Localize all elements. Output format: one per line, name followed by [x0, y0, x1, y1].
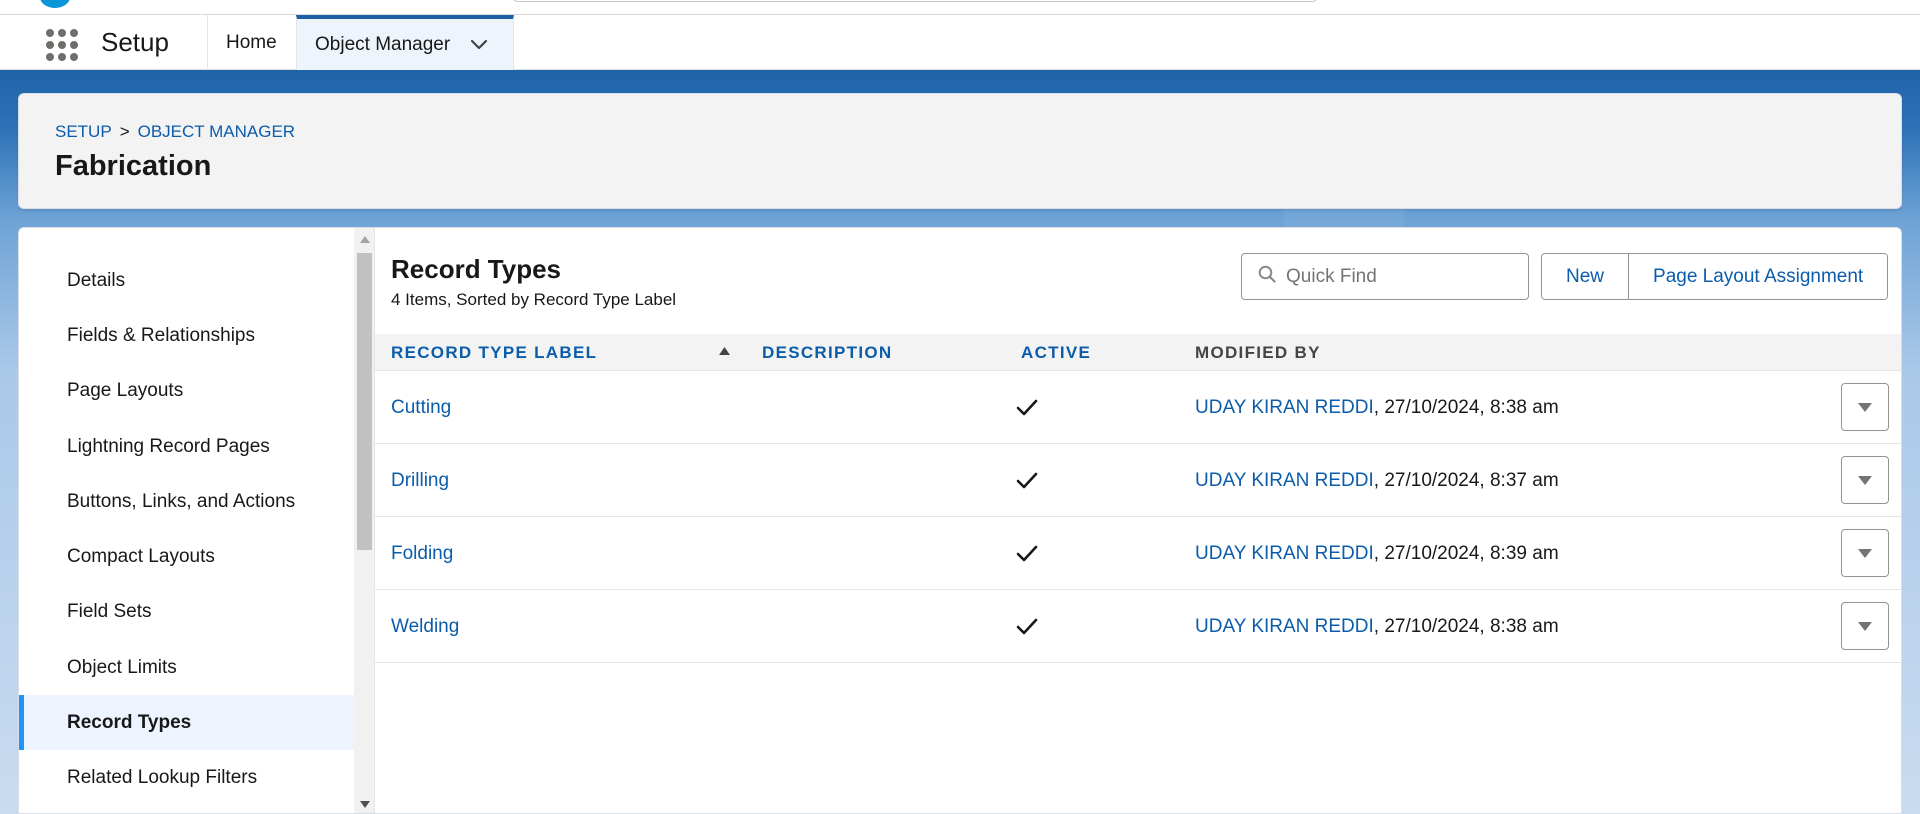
- modified-by-user-link[interactable]: UDAY KIRAN REDDI: [1195, 470, 1374, 492]
- record-type-link[interactable]: Drilling: [391, 444, 449, 517]
- nav-tab-object-manager[interactable]: Object Manager: [296, 15, 514, 70]
- sidebar-item-compact-layouts[interactable]: Compact Layouts: [19, 529, 354, 584]
- sidebar-item-object-limits[interactable]: Object Limits: [19, 640, 354, 695]
- row-action-dropdown-button[interactable]: [1841, 529, 1889, 577]
- modified-by-cell: UDAY KIRAN REDDI , 27/10/2024, 8:39 am: [1195, 517, 1559, 590]
- checkmark-icon: [1016, 545, 1038, 562]
- column-header-active[interactable]: ACTIVE: [1021, 334, 1091, 371]
- content-card: Details Fields & Relationships Page Layo…: [18, 227, 1902, 814]
- sidebar-item-lightning-record-pages[interactable]: Lightning Record Pages: [19, 419, 354, 474]
- quick-find-input[interactable]: [1286, 265, 1516, 288]
- waffle-grid-icon[interactable]: [42, 25, 78, 61]
- scrollbar-thumb[interactable]: [357, 253, 372, 550]
- record-types-panel: Record Types 4 Items, Sorted by Record T…: [375, 228, 1901, 813]
- sidebar-scrollbar[interactable]: [354, 228, 375, 813]
- scroll-down-arrow-icon[interactable]: [358, 797, 371, 811]
- record-type-link[interactable]: Cutting: [391, 371, 451, 444]
- modified-by-user-link[interactable]: UDAY KIRAN REDDI: [1195, 616, 1374, 638]
- action-button-group: New Page Layout Assignment: [1541, 253, 1889, 300]
- table-row: Cutting UDAY KIRAN REDDI , 27/10/2024, 8…: [375, 371, 1901, 444]
- column-header-description[interactable]: DESCRIPTION: [762, 334, 892, 371]
- sidebar-item-related-lookup-filters[interactable]: Related Lookup Filters: [19, 750, 354, 805]
- page-layout-assignment-button[interactable]: Page Layout Assignment: [1628, 254, 1888, 299]
- record-type-link[interactable]: Welding: [391, 590, 459, 663]
- checkmark-icon: [1016, 399, 1038, 416]
- breadcrumb: SETUP > OBJECT MANAGER: [55, 122, 295, 142]
- modified-date: , 27/10/2024, 8:37 am: [1373, 469, 1559, 491]
- checkmark-icon: [1016, 472, 1038, 489]
- section-title: Record Types: [391, 254, 562, 284]
- modified-by-cell: UDAY KIRAN REDDI , 27/10/2024, 8:37 am: [1195, 444, 1559, 517]
- navigation-bar: Setup Home Object Manager: [0, 15, 1920, 70]
- row-action-dropdown-button[interactable]: [1841, 383, 1889, 431]
- app-name: Setup: [101, 27, 169, 57]
- sidebar-item-buttons-links-actions[interactable]: Buttons, Links, and Actions: [19, 474, 354, 529]
- modified-by-user-link[interactable]: UDAY KIRAN REDDI: [1195, 397, 1374, 419]
- modified-date: , 27/10/2024, 8:39 am: [1373, 542, 1559, 564]
- dropdown-icon: [1858, 475, 1872, 485]
- sidebar-item-field-sets[interactable]: Field Sets: [19, 584, 354, 639]
- column-header-record-type-label[interactable]: RECORD TYPE LABEL: [391, 334, 597, 371]
- table-row: Folding UDAY KIRAN REDDI , 27/10/2024, 8…: [375, 517, 1901, 590]
- scroll-up-arrow-icon[interactable]: [358, 232, 371, 246]
- record-type-link[interactable]: Folding: [391, 517, 453, 590]
- nav-tab-label: Object Manager: [315, 33, 451, 55]
- chevron-down-icon[interactable]: [468, 34, 490, 56]
- dropdown-icon: [1858, 621, 1872, 631]
- breadcrumb-object-manager[interactable]: OBJECT MANAGER: [138, 122, 295, 142]
- sidebar-item-record-types[interactable]: Record Types: [19, 695, 354, 750]
- nav-tab-home[interactable]: Home: [207, 15, 295, 70]
- object-sidebar: Details Fields & Relationships Page Layo…: [19, 228, 354, 813]
- row-action-dropdown-button[interactable]: [1841, 456, 1889, 504]
- sort-ascending-icon[interactable]: [718, 345, 730, 357]
- dropdown-icon: [1858, 548, 1872, 558]
- breadcrumb-setup[interactable]: SETUP: [55, 122, 112, 142]
- column-header-modified-by: MODIFIED BY: [1195, 342, 1321, 362]
- modified-by-cell: UDAY KIRAN REDDI , 27/10/2024, 8:38 am: [1195, 590, 1559, 663]
- table-header: RECORD TYPE LABEL DESCRIPTION ACTIVE MOD…: [375, 334, 1901, 371]
- dropdown-icon: [1858, 402, 1872, 412]
- new-button[interactable]: New: [1542, 254, 1629, 299]
- quick-find-field[interactable]: [1241, 253, 1529, 300]
- global-search-box[interactable]: [512, 0, 1318, 2]
- table-row: Welding UDAY KIRAN REDDI , 27/10/2024, 8…: [375, 590, 1901, 663]
- global-header: [0, 0, 1920, 15]
- checkmark-icon: [1016, 618, 1038, 635]
- modified-by-cell: UDAY KIRAN REDDI , 27/10/2024, 8:38 am: [1195, 371, 1559, 444]
- modified-date: , 27/10/2024, 8:38 am: [1373, 615, 1559, 637]
- modified-by-user-link[interactable]: UDAY KIRAN REDDI: [1195, 543, 1374, 565]
- modified-date: , 27/10/2024, 8:38 am: [1373, 396, 1559, 418]
- page-header: SETUP > OBJECT MANAGER Fabrication: [18, 93, 1902, 209]
- row-action-dropdown-button[interactable]: [1841, 602, 1889, 650]
- breadcrumb-separator: >: [119, 122, 130, 141]
- sidebar-item-page-layouts[interactable]: Page Layouts: [19, 363, 354, 418]
- item-count-summary: 4 Items, Sorted by Record Type Label: [391, 290, 677, 309]
- sidebar-item-fields-relationships[interactable]: Fields & Relationships: [19, 308, 354, 363]
- search-icon: [1258, 265, 1276, 288]
- sidebar-item-details[interactable]: Details: [19, 253, 354, 308]
- salesforce-logo[interactable]: [40, 0, 70, 8]
- page-title: Fabrication: [55, 150, 212, 182]
- table-row: Drilling UDAY KIRAN REDDI , 27/10/2024, …: [375, 444, 1901, 517]
